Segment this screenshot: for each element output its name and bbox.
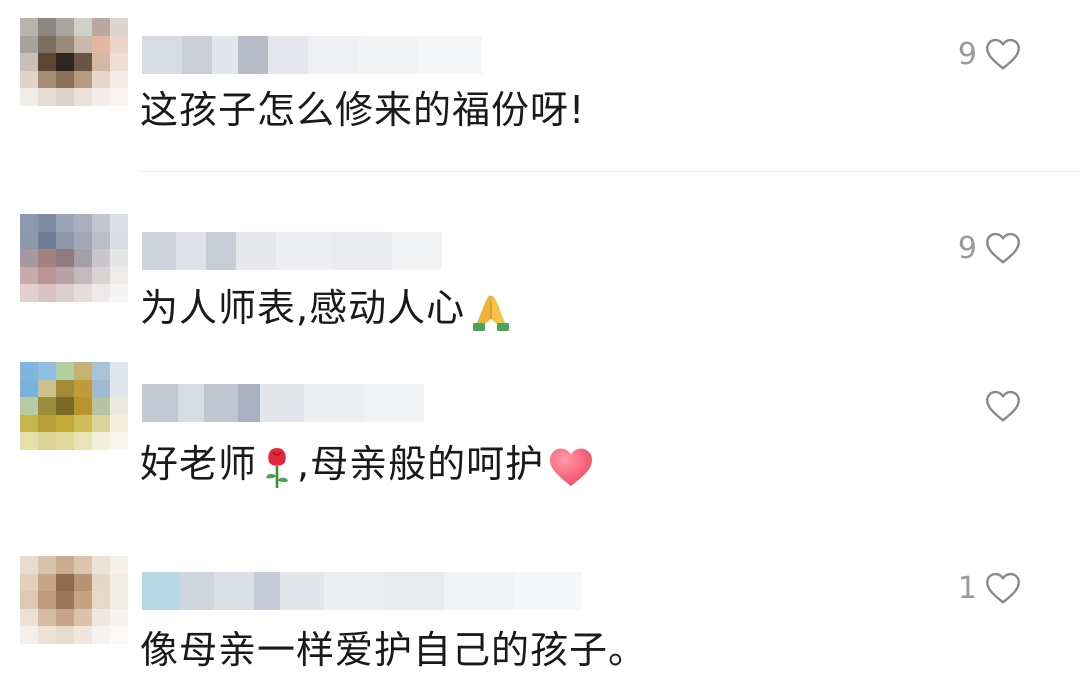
like-group[interactable] [955,386,1021,426]
like-group[interactable]: 1 [955,568,1021,608]
comment-text-part-a: 好老师 [140,442,258,486]
comment-text: 像母亲一样爱护自己的孩子。 [140,628,648,672]
heart-icon [550,448,593,486]
comment-text: 为人师表,感动人心 [140,284,513,333]
avatar[interactable] [20,18,128,106]
username-blurred[interactable] [142,384,482,422]
avatar[interactable] [20,214,128,302]
folded-hands-icon [473,294,510,331]
like-count: 9 [957,230,977,266]
like-group[interactable]: 9 [955,228,1021,268]
like-count: 9 [957,36,977,72]
avatar[interactable] [20,362,128,450]
username-blurred[interactable] [142,232,482,270]
comment-text-main: 为人师表,感动人心 [140,286,466,330]
comment-text: 这孩子怎么修来的福份呀! [140,88,586,132]
heart-outline-icon[interactable] [985,389,1021,423]
username-blurred[interactable] [142,572,582,610]
comment-text-part-b: ,母亲般的呵护 [297,442,545,486]
heart-outline-icon[interactable] [985,37,1021,71]
heart-outline-icon[interactable] [985,231,1021,265]
avatar[interactable] [20,556,128,644]
like-count: 1 [957,570,977,606]
rose-icon [266,447,289,488]
comment-text: 好老师 ,母亲般的呵护 [140,440,594,490]
heart-outline-icon[interactable] [985,571,1021,605]
username-blurred[interactable] [142,36,482,74]
like-group[interactable]: 9 [955,34,1021,74]
divider [140,171,1080,172]
